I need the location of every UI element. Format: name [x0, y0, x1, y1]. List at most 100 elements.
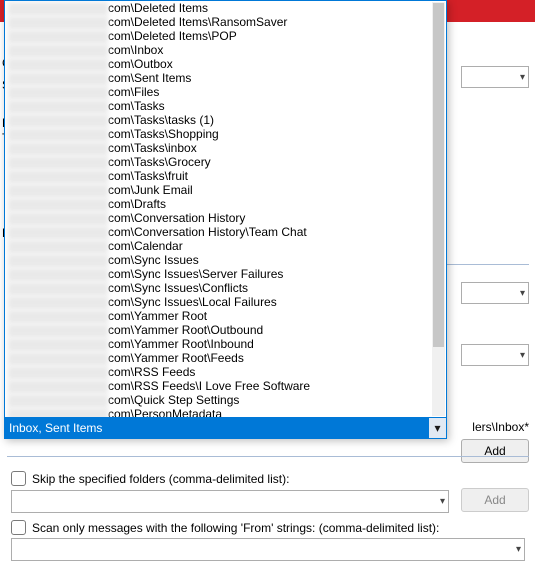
list-item[interactable]: com\Sync Issues\Conflicts	[5, 281, 432, 295]
redacted-prefix	[8, 254, 108, 267]
skip-folders-input[interactable]: ▾	[11, 490, 449, 513]
list-item-label: com\Calendar	[108, 239, 183, 253]
redacted-prefix	[8, 366, 108, 379]
list-item[interactable]: com\Tasks\fruit	[5, 169, 432, 183]
list-item-label: com\Tasks\inbox	[108, 141, 197, 155]
list-item-label: com\Sync Issues	[108, 253, 199, 267]
list-item-label: com\Files	[108, 85, 159, 99]
redacted-prefix	[8, 72, 108, 85]
list-item[interactable]: com\Inbox	[5, 43, 432, 57]
redacted-prefix	[8, 310, 108, 323]
list-item-label: com\Deleted Items	[108, 1, 208, 15]
scan-from-checkbox[interactable]	[11, 520, 26, 535]
redacted-prefix	[8, 2, 108, 15]
chevron-down-icon: ▾	[440, 496, 445, 507]
account-select[interactable]: ▾	[461, 66, 529, 88]
chevron-down-icon: ▾	[520, 350, 525, 361]
list-item[interactable]: com\Quick Step Settings	[5, 393, 432, 407]
list-item[interactable]: com\Deleted Items\RansomSaver	[5, 15, 432, 29]
folder-dropdown-inputrow: Inbox, Sent Items ▾	[5, 417, 446, 438]
list-item-label: com\Sync Issues\Conflicts	[108, 281, 248, 295]
skip-folders-checkbox[interactable]	[11, 471, 26, 486]
list-item[interactable]: com\Conversation History	[5, 211, 432, 225]
list-item[interactable]: com\Sync Issues\Local Failures	[5, 295, 432, 309]
list-item[interactable]: com\Yammer Root\Feeds	[5, 351, 432, 365]
scan-from-input[interactable]: ▾	[11, 538, 525, 561]
list-item[interactable]: com\Deleted Items\POP	[5, 29, 432, 43]
skip-folders-label: Skip the specified folders (comma-delimi…	[32, 472, 289, 486]
list-item-label: com\Tasks\tasks (1)	[108, 113, 214, 127]
add-button[interactable]: Add	[461, 439, 529, 463]
redacted-prefix	[8, 282, 108, 295]
list-item[interactable]: com\Conversation History\Team Chat	[5, 225, 432, 239]
list-item[interactable]: com\Tasks\Grocery	[5, 155, 432, 169]
hidden-select-1[interactable]: ▾	[461, 282, 529, 304]
list-item-label: com\Sent Items	[108, 71, 191, 85]
list-item-label: com\PersonMetadata	[108, 407, 222, 417]
redacted-prefix	[8, 100, 108, 113]
list-item-label: com\Sync Issues\Local Failures	[108, 295, 277, 309]
list-item-label: com\Quick Step Settings	[108, 393, 239, 407]
list-item-label: com\Yammer Root	[108, 309, 207, 323]
redacted-prefix	[8, 114, 108, 127]
list-item[interactable]: com\Drafts	[5, 197, 432, 211]
list-item-label: com\Tasks\fruit	[108, 169, 188, 183]
list-item-label: com\Drafts	[108, 197, 166, 211]
folder-dropdown-selected[interactable]: Inbox, Sent Items	[5, 418, 428, 438]
list-item[interactable]: com\Sent Items	[5, 71, 432, 85]
list-item[interactable]: com\Outbox	[5, 57, 432, 71]
list-item-label: com\Yammer Root\Inbound	[108, 337, 254, 351]
scan-from-label: Scan only messages with the following 'F…	[32, 521, 439, 535]
list-item[interactable]: com\Tasks	[5, 99, 432, 113]
list-item-label: com\RSS Feeds	[108, 365, 195, 379]
redacted-prefix	[8, 198, 108, 211]
divider	[7, 456, 529, 457]
redacted-prefix	[8, 142, 108, 155]
list-item[interactable]: com\Calendar	[5, 239, 432, 253]
list-item[interactable]: com\RSS Feeds	[5, 365, 432, 379]
list-item[interactable]: com\Yammer Root	[5, 309, 432, 323]
chevron-down-icon[interactable]: ▾	[428, 418, 446, 438]
list-item-label: com\Inbox	[108, 43, 163, 57]
hidden-select-2[interactable]: ▾	[461, 344, 529, 366]
list-item-label: com\Tasks\Shopping	[108, 127, 219, 141]
list-item[interactable]: com\Tasks\tasks (1)	[5, 113, 432, 127]
redacted-prefix	[8, 128, 108, 141]
scan-from-checkbox-row: Scan only messages with the following 'F…	[11, 520, 439, 535]
redacted-prefix	[8, 240, 108, 253]
redacted-prefix	[8, 338, 108, 351]
list-item[interactable]: com\Sync Issues\Server Failures	[5, 267, 432, 281]
redacted-prefix	[8, 58, 108, 71]
redacted-prefix	[8, 156, 108, 169]
redacted-prefix	[8, 16, 108, 29]
redacted-prefix	[8, 380, 108, 393]
scrollbar-thumb[interactable]	[433, 3, 444, 347]
list-item-label: com\Sync Issues\Server Failures	[108, 267, 283, 281]
list-item-label: com\Tasks	[108, 99, 165, 113]
list-item[interactable]: com\Tasks\inbox	[5, 141, 432, 155]
list-item-label: com\Yammer Root\Feeds	[108, 351, 244, 365]
list-item[interactable]: com\Junk Email	[5, 183, 432, 197]
redacted-prefix	[8, 408, 108, 417]
list-item-label: com\RSS Feeds\I Love Free Software	[108, 379, 310, 393]
add-button-disabled: Add	[461, 488, 529, 512]
redacted-prefix	[8, 352, 108, 365]
folder-dropdown-list[interactable]: com\Deleted Itemscom\Deleted Items\Ranso…	[5, 1, 446, 417]
list-item[interactable]: com\Yammer Root\Outbound	[5, 323, 432, 337]
list-item[interactable]: com\RSS Feeds\I Love Free Software	[5, 379, 432, 393]
redacted-prefix	[8, 212, 108, 225]
scrollbar[interactable]	[432, 2, 445, 416]
list-item[interactable]: com\Files	[5, 85, 432, 99]
redacted-prefix	[8, 324, 108, 337]
redacted-prefix	[8, 268, 108, 281]
list-item[interactable]: com\Sync Issues	[5, 253, 432, 267]
list-item[interactable]: com\Tasks\Shopping	[5, 127, 432, 141]
list-item[interactable]: com\Deleted Items	[5, 1, 432, 15]
list-item[interactable]: com\Yammer Root\Inbound	[5, 337, 432, 351]
chevron-down-icon: ▾	[520, 72, 525, 83]
list-item-label: com\Deleted Items\RansomSaver	[108, 15, 287, 29]
redacted-prefix	[8, 170, 108, 183]
folder-dropdown-open: com\Deleted Itemscom\Deleted Items\Ranso…	[4, 0, 447, 439]
list-item[interactable]: com\PersonMetadata	[5, 407, 432, 417]
redacted-prefix	[8, 226, 108, 239]
